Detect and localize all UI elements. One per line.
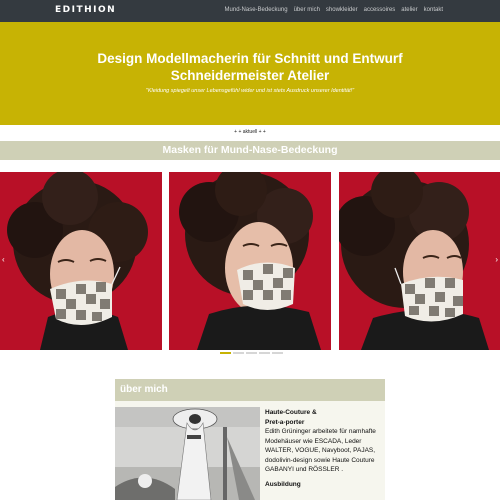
masks-section-title: Masken für Mund-Nase-Bedeckung — [162, 144, 338, 156]
hero-title-line1: Design Modellmacherin für Schnitt und En… — [97, 51, 403, 66]
about-photo — [115, 407, 260, 500]
carousel-indicator-2[interactable] — [233, 352, 244, 354]
carousel-indicators — [220, 352, 283, 354]
mask-photo-3 — [339, 172, 500, 350]
about-section-header: über mich — [115, 379, 385, 401]
about-heading-1: Haute-Couture & — [265, 409, 317, 416]
nav-link-ueber-mich[interactable]: über mich — [294, 7, 320, 13]
brand-logo[interactable]: EDITHION — [55, 5, 116, 15]
hero-banner: Design Modellmacherin für Schnitt und En… — [0, 22, 500, 125]
nav-link-accessoires[interactable]: accessoires — [364, 7, 396, 13]
carousel-slide-2[interactable] — [169, 172, 331, 350]
masks-carousel: ‹ › — [0, 170, 500, 350]
nav-link-atelier[interactable]: atelier — [401, 7, 417, 13]
hero-quote: "Kleidung spiegelt unser Lebensgefühl wi… — [145, 88, 355, 94]
nav-link-showkleider[interactable]: showkleider — [326, 7, 358, 13]
carousel-slide-1[interactable] — [0, 172, 162, 350]
masks-section-bar: Masken für Mund-Nase-Bedeckung — [0, 141, 500, 160]
nav-link-kontakt[interactable]: kontakt — [424, 7, 443, 13]
carousel-indicator-5[interactable] — [272, 352, 283, 354]
mask-photo-2 — [169, 172, 331, 350]
about-section-body: Haute-Couture & Pret-a-porter Edith Grün… — [115, 401, 385, 500]
about-paragraph: Edith Grüninger arbeitete für namhafte M… — [265, 428, 376, 473]
carousel-indicator-3[interactable] — [246, 352, 257, 354]
mask-photo-1 — [0, 172, 162, 350]
vintage-photo — [115, 407, 260, 500]
about-text: Haute-Couture & Pret-a-porter Edith Grün… — [265, 408, 383, 489]
about-heading-2: Pret-a-porter — [265, 418, 305, 426]
about-title: über mich — [120, 384, 168, 395]
carousel-slide-3[interactable] — [339, 172, 500, 350]
aktuell-link[interactable]: + + aktuell + + — [0, 129, 500, 135]
carousel-indicator-1[interactable] — [220, 352, 231, 354]
top-navbar: EDITHION Mund-Nase-Bedeckung über mich s… — [0, 0, 500, 22]
nav-links: Mund-Nase-Bedeckung über mich showkleide… — [225, 7, 443, 13]
page: EDITHION Mund-Nase-Bedeckung über mich s… — [0, 0, 500, 500]
carousel-prev-icon[interactable]: ‹ — [2, 255, 5, 264]
carousel-next-icon[interactable]: › — [495, 255, 498, 264]
about-heading-3: Ausbildung — [265, 480, 301, 488]
carousel-indicator-4[interactable] — [259, 352, 270, 354]
hero-title-line2: Schneidermeister Atelier — [170, 68, 330, 83]
nav-link-mund-nase[interactable]: Mund-Nase-Bedeckung — [225, 7, 288, 13]
